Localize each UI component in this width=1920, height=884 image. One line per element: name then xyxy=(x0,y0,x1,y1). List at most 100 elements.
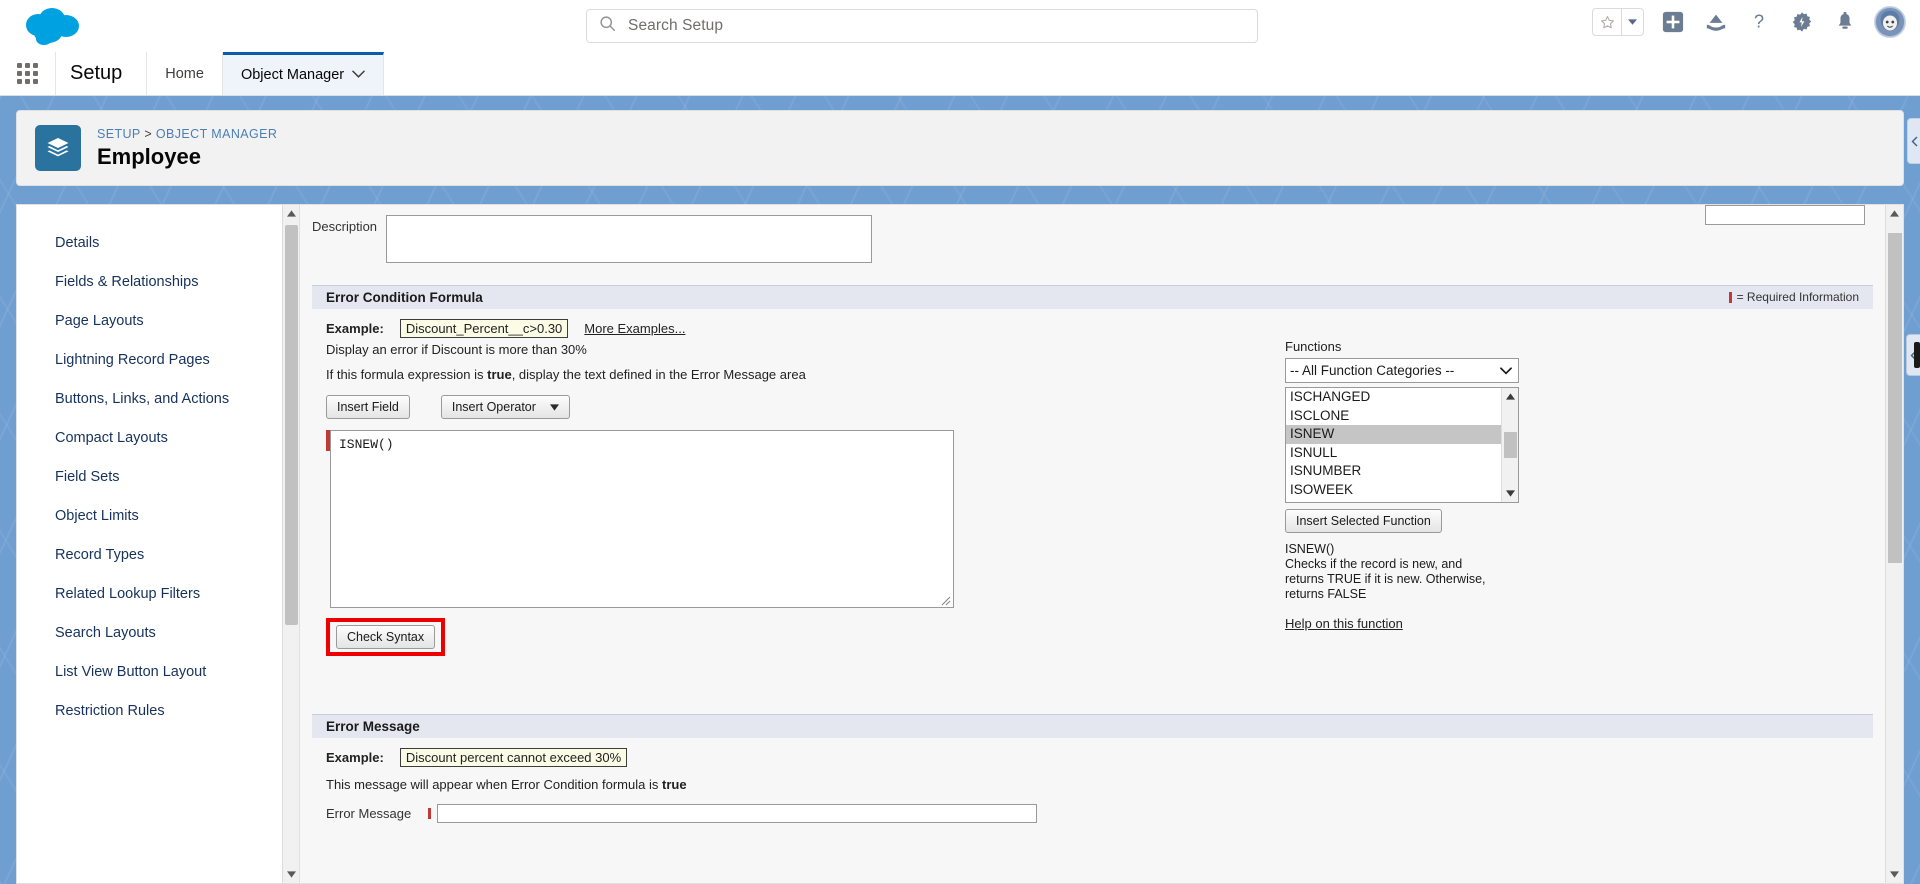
sidebar-item-page-layouts[interactable]: Page Layouts xyxy=(17,301,299,340)
caret-down-icon xyxy=(549,400,559,414)
edge-indicator xyxy=(1914,342,1920,368)
sidebar-item-list: Details Fields & Relationships Page Layo… xyxy=(17,205,299,730)
required-marker-icon xyxy=(1728,291,1732,303)
example-label: Example: xyxy=(326,321,384,336)
favorites-star-icon[interactable] xyxy=(1593,9,1621,35)
function-item-isnull[interactable]: ISNULL xyxy=(1286,444,1501,463)
function-item-isnew[interactable]: ISNEW xyxy=(1286,425,1501,444)
scroll-down-arrow-icon[interactable] xyxy=(283,866,299,883)
function-item-ischanged[interactable]: ISCHANGED xyxy=(1286,388,1501,407)
error-message-section-header: Error Message xyxy=(312,714,1873,738)
error-message-input[interactable] xyxy=(437,804,1037,823)
help-icon[interactable]: ? xyxy=(1745,8,1773,36)
insert-field-button[interactable]: Insert Field xyxy=(326,395,410,419)
tab-home[interactable]: Home xyxy=(147,52,223,95)
function-item-isoweek[interactable]: ISOWEEK xyxy=(1286,481,1501,500)
user-avatar[interactable] xyxy=(1874,6,1906,38)
tab-object-manager-label: Object Manager xyxy=(240,67,345,83)
check-syntax-button[interactable]: Check Syntax xyxy=(336,625,436,649)
chevron-down-icon xyxy=(1500,363,1512,378)
favorites-caret-icon[interactable] xyxy=(1621,9,1643,35)
scroll-up-arrow-icon[interactable] xyxy=(1886,205,1903,222)
favorites-control[interactable] xyxy=(1592,8,1644,36)
sidebar-item-details[interactable]: Details xyxy=(17,223,299,262)
detail-panel-scrollbar[interactable] xyxy=(1885,205,1903,883)
sidebar-item-object-limits[interactable]: Object Limits xyxy=(17,496,299,535)
sidebar-scrollbar[interactable] xyxy=(282,205,299,883)
sidebar-item-lightning-record-pages[interactable]: Lightning Record Pages xyxy=(17,340,299,379)
sidebar-item-search-layouts[interactable]: Search Layouts xyxy=(17,613,299,652)
function-category-value: -- All Function Categories -- xyxy=(1290,363,1455,378)
app-launcher-waffle-icon[interactable] xyxy=(0,52,56,95)
scroll-down-arrow-icon[interactable] xyxy=(1886,866,1903,883)
function-list-scrollbar-thumb[interactable] xyxy=(1504,432,1517,458)
formula-true-note-after: , display the text defined in the Error … xyxy=(511,367,806,382)
setup-navigation-bar: Setup Home Object Manager xyxy=(0,52,1920,96)
description-input[interactable] xyxy=(386,215,872,263)
global-actions-plus-icon[interactable] xyxy=(1659,8,1687,36)
insert-operator-button[interactable]: Insert Operator xyxy=(440,395,570,419)
required-marker-icon xyxy=(428,808,431,819)
detail-scroll-region: Description Error Condition Formula = Re… xyxy=(300,205,1885,883)
sidebar-item-list-view-button-layout[interactable]: List View Button Layout xyxy=(17,652,299,691)
scroll-down-arrow-icon[interactable] xyxy=(1502,485,1518,502)
error-message-note: This message will appear when Error Cond… xyxy=(326,777,1885,792)
sidebar-item-related-lookup-filters[interactable]: Related Lookup Filters xyxy=(17,574,299,613)
textarea-resize-grip-icon[interactable] xyxy=(940,593,952,606)
sidebar-item-label: List View Button Layout xyxy=(55,663,207,680)
scroll-up-arrow-icon[interactable] xyxy=(283,205,299,222)
more-examples-link[interactable]: More Examples... xyxy=(584,321,685,336)
sidebar-scrollbar-thumb[interactable] xyxy=(285,225,298,625)
sidebar-item-fields-relationships[interactable]: Fields & Relationships xyxy=(17,262,299,301)
validation-rule-detail-panel: Description Error Condition Formula = Re… xyxy=(299,204,1904,884)
sidebar-item-record-types[interactable]: Record Types xyxy=(17,535,299,574)
top-partial-input[interactable] xyxy=(1705,205,1865,225)
function-item-isclone[interactable]: ISCLONE xyxy=(1286,407,1501,426)
content-shell: Details Fields & Relationships Page Layo… xyxy=(16,204,1904,884)
error-condition-formula-body: Example: Discount_Percent__c>0.30 More E… xyxy=(300,309,1885,656)
insert-selected-function-button[interactable]: Insert Selected Function xyxy=(1285,509,1442,533)
sidebar-item-label: Restriction Rules xyxy=(55,702,165,719)
section-title: Error Condition Formula xyxy=(326,290,483,305)
required-information-legend: = Required Information xyxy=(1728,290,1859,304)
setup-title: Setup xyxy=(56,52,148,95)
sidebar-item-label: Buttons, Links, and Actions xyxy=(55,390,230,407)
setup-gear-icon[interactable] xyxy=(1788,8,1816,36)
help-on-this-function-link[interactable]: Help on this function xyxy=(1285,616,1525,631)
chevron-down-icon xyxy=(352,67,365,83)
insert-selected-function-row: Insert Selected Function xyxy=(1285,509,1525,533)
trailhead-icon[interactable] xyxy=(1702,8,1730,36)
notifications-bell-icon[interactable] xyxy=(1831,8,1859,36)
scroll-up-arrow-icon[interactable] xyxy=(1502,388,1518,405)
breadcrumb-object-manager[interactable]: OBJECT MANAGER xyxy=(156,127,277,141)
function-list: ISCHANGED ISCLONE ISNEW ISNULL ISNUMBER … xyxy=(1286,388,1501,502)
functions-label: Functions xyxy=(1285,339,1342,354)
example-message-chip: Discount percent cannot exceed 30% xyxy=(399,748,628,767)
svg-text:?: ? xyxy=(1754,11,1764,32)
page-body: SETUP > OBJECT MANAGER Employee Details … xyxy=(0,96,1920,884)
right-panel-toggle-top[interactable] xyxy=(1907,118,1920,164)
sidebar-item-buttons-links-actions[interactable]: Buttons, Links, and Actions xyxy=(17,379,299,418)
sidebar-item-label: Record Types xyxy=(55,546,145,563)
sidebar-item-field-sets[interactable]: Field Sets xyxy=(17,457,299,496)
formula-editor: ISNEW() xyxy=(326,430,954,608)
search-input[interactable]: Search Setup xyxy=(586,9,1258,43)
description-label: Description xyxy=(312,219,378,234)
salesforce-cloud-logo[interactable] xyxy=(22,3,96,49)
example-formula-chip: Discount_Percent__c>0.30 xyxy=(399,319,569,338)
function-item-isnumber[interactable]: ISNUMBER xyxy=(1286,462,1501,481)
sidebar-item-compact-layouts[interactable]: Compact Layouts xyxy=(17,418,299,457)
sidebar-item-label: Object Limits xyxy=(55,507,139,524)
search-placeholder: Search Setup xyxy=(628,17,724,34)
insert-operator-label: Insert Operator xyxy=(451,400,536,414)
breadcrumb-setup[interactable]: SETUP xyxy=(97,127,140,141)
sidebar-item-label: Lightning Record Pages xyxy=(55,351,210,368)
function-list-scrollbar[interactable] xyxy=(1501,388,1518,502)
function-category-select[interactable]: -- All Function Categories -- xyxy=(1285,358,1519,383)
formula-textarea[interactable]: ISNEW() xyxy=(330,430,954,608)
sidebar-item-label: Field Sets xyxy=(55,468,120,485)
detail-panel-scrollbar-thumb[interactable] xyxy=(1888,233,1902,563)
tab-object-manager[interactable]: Object Manager xyxy=(222,52,385,95)
function-listbox[interactable]: ISCHANGED ISCLONE ISNEW ISNULL ISNUMBER … xyxy=(1285,387,1519,503)
sidebar-item-restriction-rules[interactable]: Restriction Rules xyxy=(17,691,299,730)
